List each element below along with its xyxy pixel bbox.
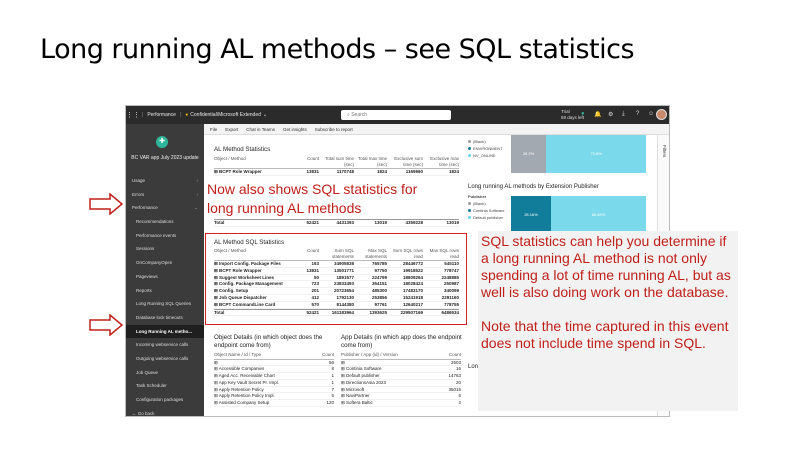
search-input[interactable]: ⌕ Search xyxy=(341,110,451,120)
al-stats-table: Object / Method Count Total sum time (se… xyxy=(214,156,459,176)
bell-icon[interactable]: 🔔 xyxy=(594,111,601,118)
download-icon[interactable]: ⤓ xyxy=(622,111,625,118)
sidebar-item-sessions[interactable]: Sessions xyxy=(126,242,204,256)
sidebar-item-oncompanyopen[interactable]: OnCompanyOpen xyxy=(126,256,204,270)
legend-item[interactable]: ENVIRONMENT xyxy=(468,146,503,151)
legend-item[interactable]: (Blank) xyxy=(468,201,486,206)
al-stats-title: AL Method Statistics xyxy=(214,146,271,153)
app-details-table: Publisher / App (id) / Version Count ⊞ 2… xyxy=(341,352,461,408)
toolbar-get-insights[interactable]: Get insights xyxy=(283,127,307,132)
table-row[interactable]: ⊞ DirectionsAsia 2023 20 xyxy=(341,380,461,387)
arrow-right-icon xyxy=(89,193,124,215)
table-row[interactable]: ⊞ 2603 xyxy=(341,360,461,367)
sidebar-item-performance[interactable]: Performance ⌄ xyxy=(126,201,204,215)
avatar[interactable] xyxy=(656,109,667,120)
chart-bar-segment[interactable]: 73.8% xyxy=(546,135,646,173)
app-details-title: App Details (in which app does the endpo… xyxy=(341,334,462,349)
table-row[interactable]: ⊞ Default publisher 14763 xyxy=(341,373,461,380)
help-icon[interactable]: ? xyxy=(636,111,639,117)
sidebar-item-incoming-webservice[interactable]: Incoming webservice calls xyxy=(126,338,204,352)
table-row[interactable]: ⊞ Microsoft 35015 xyxy=(341,387,461,394)
toolbar-file[interactable]: File xyxy=(210,127,217,132)
legend-title: Publisher xyxy=(468,194,487,199)
workspace-name: BC VAR app July 2023 update xyxy=(131,155,199,161)
sidebar-nav: Usage › Errors › Performance ⌄ Recommendati… xyxy=(126,174,204,416)
sidebar-item-long-running-al[interactable]: Long Running AL metho... xyxy=(126,324,204,339)
object-details-table: Object Name / Id / Type Count ⊞ 56 ⊞ Acc… xyxy=(214,352,334,408)
table-row[interactable]: ⊞ Accessible Companies 8 xyxy=(214,366,334,374)
sidebar-item-go-back[interactable]: ← Go back xyxy=(126,407,204,416)
table-header: Publisher / App (id) / Version Count xyxy=(341,352,461,360)
table-row[interactable]: ⊞ Assisted Company Setup 120 xyxy=(214,400,334,408)
chevron-right-icon: › xyxy=(196,191,199,197)
legend-item[interactable]: Default publisher xyxy=(468,215,503,220)
table-row[interactable]: ⊞ Apply Retention Policy 7 xyxy=(214,387,334,394)
legend-item[interactable]: NV_ONLINE xyxy=(468,153,496,158)
sidebar-item-reports[interactable]: Reports xyxy=(126,284,204,298)
sidebar-item-performance-events[interactable]: Performance events xyxy=(126,229,204,243)
sidebar: ✚ BC VAR app July 2023 update Usage › Err… xyxy=(126,124,204,416)
chevron-down-icon[interactable]: ⌄ xyxy=(263,112,267,118)
callout-right: SQL statistics can help you determine if… xyxy=(478,231,738,411)
table-row[interactable]: ⊞ BCPT Role Wrapper 13831 1170748 1824 1… xyxy=(214,169,459,176)
sensitivity-label[interactable]: Confidential\Microsoft Extended xyxy=(190,112,261,118)
chart-bar-segment[interactable]: 28.16% xyxy=(511,196,551,234)
table-row[interactable]: ⊞ NaviPartner 5 xyxy=(341,393,461,401)
app-name[interactable]: Performance xyxy=(147,112,176,118)
legend-item[interactable]: (Blank) xyxy=(468,139,486,144)
notification-badge-icon[interactable]: ● xyxy=(581,111,585,117)
app-launcher-icon[interactable]: ⋮⋮ xyxy=(126,111,140,119)
table-total-row: Total 52421 4431393 13019 4359228 13019 xyxy=(214,219,459,227)
legend-item[interactable]: Continia Software xyxy=(468,208,505,213)
workspace-icon: ✚ xyxy=(156,136,168,148)
toolbar-chat-in-teams[interactable]: Chat in Teams xyxy=(246,127,275,132)
table-row[interactable]: ⊞ App Key Vault Secret Pr. Impl. 1 xyxy=(214,380,334,387)
sidebar-item-database-lock-timeouts[interactable]: Database lock timeouts xyxy=(126,311,204,325)
chevron-down-icon: ⌄ xyxy=(194,205,198,211)
table-header: Object Name / Id / Type Count xyxy=(214,352,334,360)
sidebar-item-recommendations[interactable]: Recommendations xyxy=(126,215,204,229)
sidebar-item-usage[interactable]: Usage › xyxy=(126,174,204,188)
toolbar-export[interactable]: Export xyxy=(225,127,238,132)
object-details-title: Object Details (in which object does the… xyxy=(214,334,323,349)
slide-title: Long running AL methods – see SQL statis… xyxy=(40,34,635,65)
chart-bar-segment[interactable]: 26.2% xyxy=(511,135,546,173)
sidebar-item-configuration-packages[interactable]: Configuration packages xyxy=(126,393,204,407)
table-row[interactable]: ⊞ Softera Baltic 2 xyxy=(341,400,461,408)
publisher-chart-title: Long running AL methods by Extension Pub… xyxy=(468,184,599,190)
table-row[interactable]: ⊞ Aged Acc. Receivable Chart 1 xyxy=(214,373,334,380)
sidebar-item-outgoing-webservice[interactable]: Outgoing webservice calls xyxy=(126,352,204,366)
arrow-right-icon xyxy=(89,314,124,336)
toolbar-subscribe[interactable]: Subscribe to report xyxy=(315,127,353,132)
table-header: Object / Method Count Total sum time (se… xyxy=(214,156,459,169)
gear-icon[interactable]: ⚙ xyxy=(608,111,613,118)
chart-bar-segment[interactable]: 66.89% xyxy=(551,196,646,234)
table-row[interactable]: ⊞ Apply Retention Policy Impl. 5 xyxy=(214,393,334,401)
chevron-right-icon: › xyxy=(196,178,199,183)
table-row[interactable]: ⊞ 56 xyxy=(214,360,334,367)
sidebar-item-task-scheduler[interactable]: Task Scheduler xyxy=(126,379,204,393)
sidebar-item-pageviews[interactable]: Pageviews xyxy=(126,270,204,284)
al-stats-total: Total 52421 4431393 13019 4359228 13019 xyxy=(214,219,459,227)
search-placeholder: Search xyxy=(351,112,368,118)
callout-left: Now also shows SQL statistics for long r… xyxy=(207,180,420,218)
sidebar-item-job-queue[interactable]: Job Queue xyxy=(126,366,204,380)
sidebar-item-long-running-sql[interactable]: Long Running SQL Queries xyxy=(126,297,204,311)
sidebar-item-errors[interactable]: Errors › xyxy=(126,188,204,202)
search-icon: ⌕ xyxy=(347,112,350,118)
sensitivity-icon: ● xyxy=(185,112,189,118)
table-row[interactable]: ⊞ Continia Software 16 xyxy=(341,366,461,374)
top-bar: ⋮⋮ | Performance | ● Confidential\Micros… xyxy=(126,106,669,124)
report-toolbar: File Export Chat in Teams Get insights S… xyxy=(204,124,669,135)
sql-stats-highlight xyxy=(205,233,467,325)
feedback-icon[interactable]: ☺ xyxy=(648,111,654,117)
